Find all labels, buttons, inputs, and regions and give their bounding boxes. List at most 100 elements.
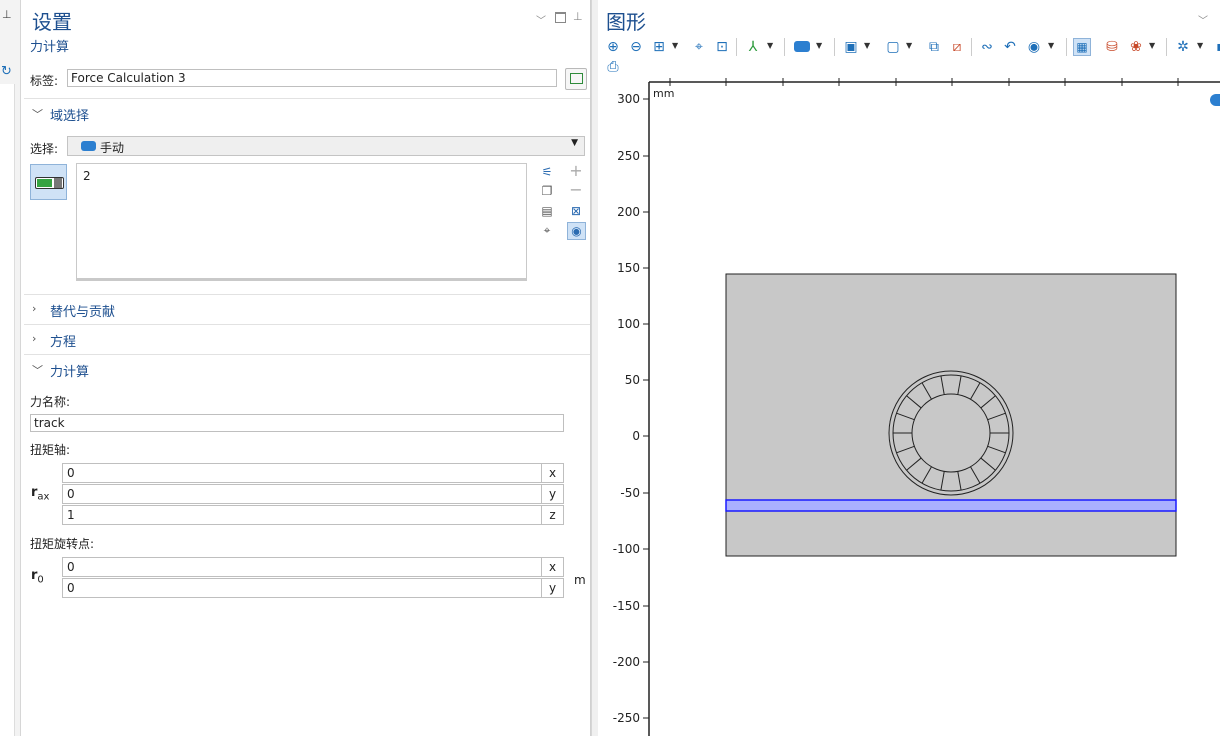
- r0-y-input[interactable]: 0: [62, 578, 542, 598]
- label-caption: 标签:: [30, 74, 59, 88]
- selection-dropdown[interactable]: 手动 ▼: [67, 136, 585, 156]
- r0-x-label: x: [542, 557, 564, 577]
- clear-selection-icon[interactable]: ⧄: [948, 38, 966, 56]
- caret-down-icon[interactable]: ▼: [672, 41, 678, 50]
- refresh-icon[interactable]: ↻: [1, 64, 12, 79]
- section-force-calculation[interactable]: ﹀ 力计算: [24, 354, 590, 384]
- label-input[interactable]: Force Calculation 3: [67, 69, 557, 87]
- copy-icon[interactable]: ❐: [539, 183, 555, 199]
- remove-icon[interactable]: −: [568, 182, 584, 198]
- caret-down-icon[interactable]: ▼: [1048, 41, 1054, 50]
- settings-title: 设置: [32, 10, 72, 34]
- y-tick-label: -250: [612, 711, 640, 725]
- axis-orientation-icon[interactable]: ⅄: [744, 38, 762, 56]
- select-entities-icon[interactable]: ⚟: [539, 164, 555, 180]
- r-ax-y-row: 0 y: [62, 484, 564, 504]
- force-name-input[interactable]: track: [30, 414, 564, 432]
- graphics-title: 图形: [606, 10, 646, 34]
- toggle-switch-icon: [35, 177, 64, 189]
- r0-unit: m: [574, 573, 586, 587]
- caret-down-icon[interactable]: ▼: [1197, 41, 1203, 50]
- print-icon[interactable]: ⎙: [604, 58, 622, 76]
- reset-hiding-icon[interactable]: ↶: [1001, 38, 1019, 56]
- y-tick-label: 200: [617, 205, 640, 219]
- hide-entities-icon[interactable]: ∾: [978, 38, 996, 56]
- view-visibility-icon[interactable]: ◉: [1025, 38, 1043, 56]
- torque-point-caption: 扭矩旋转点:: [30, 537, 95, 551]
- zoom-extents-icon[interactable]: ⊡: [713, 38, 731, 56]
- r0-y-row: 0 y: [62, 578, 564, 598]
- r0-x-row: 0 x: [62, 557, 564, 577]
- scene-light-icon[interactable]: ⛁: [1103, 38, 1121, 56]
- r-ax-symbol: rax: [31, 485, 50, 503]
- select-domains-icon[interactable]: [794, 41, 810, 52]
- force-name-caption: 力名称:: [30, 395, 71, 409]
- zoom-box-icon[interactable]: ⊞: [650, 38, 668, 56]
- selection-list[interactable]: 2: [76, 163, 527, 281]
- r-ax-z-row: 1 z: [62, 505, 564, 525]
- selection-caption: 选择:: [30, 142, 59, 156]
- y-tick-label: 100: [617, 317, 640, 331]
- chevron-down-icon[interactable]: ﹀: [536, 12, 546, 27]
- label-edit-button[interactable]: [565, 68, 587, 90]
- grid-toggle-icon[interactable]: ▦: [1073, 38, 1091, 56]
- r-ax-y-label: y: [542, 484, 564, 504]
- y-tick-label: 250: [617, 149, 640, 163]
- section-title: 域选择: [50, 109, 90, 124]
- chevron-down-icon: ﹀: [32, 108, 43, 121]
- caret-down-icon[interactable]: ▼: [864, 41, 870, 50]
- view-control-icon[interactable]: [1210, 94, 1220, 106]
- caret-down-icon[interactable]: ▼: [816, 41, 822, 50]
- section-title: 力计算: [50, 365, 90, 380]
- y-tick-label: 50: [624, 373, 640, 387]
- y-tick-label: -100: [612, 542, 640, 556]
- caret-down-icon[interactable]: ▼: [767, 41, 773, 50]
- chevron-down-icon[interactable]: ﹀: [1198, 12, 1208, 27]
- y-tick-label: 0: [632, 429, 640, 443]
- section-domain-selection[interactable]: ﹀ 域选择: [24, 98, 590, 128]
- deselect-box-icon[interactable]: ▢: [884, 38, 902, 56]
- pin-icon[interactable]: ⊥: [2, 8, 12, 21]
- add-icon[interactable]: +: [568, 163, 584, 179]
- zoom-out-icon[interactable]: ⊖: [627, 38, 645, 56]
- graphics-panel: 图形 ﹀ ⊕ ⊖ ⊞ ▼ ⌖ ⊡ ⅄ ▼ ▼ ▣ ▼ ▢ ▼ ⧉ ⧄ ∾ ↶ ◉…: [598, 0, 1220, 736]
- chevron-right-icon: ›: [32, 332, 37, 345]
- select-box-icon[interactable]: ▣: [842, 38, 860, 56]
- paste-icon[interactable]: ▤: [539, 203, 555, 219]
- r-ax-y-input[interactable]: 0: [62, 484, 542, 504]
- y-tick-label: -50: [620, 486, 640, 500]
- caret-down-icon[interactable]: ▼: [906, 41, 912, 50]
- zoom-selected-icon[interactable]: ⌖: [690, 38, 708, 56]
- unit-label: mm: [653, 87, 675, 100]
- caret-down-icon[interactable]: ▼: [1149, 41, 1155, 50]
- zoom-to-selection-icon[interactable]: ⌖: [539, 222, 555, 238]
- list-item[interactable]: 2: [83, 169, 91, 183]
- clear-selection-icon[interactable]: ⊠: [568, 203, 584, 219]
- camera-icon[interactable]: ✲: [1174, 38, 1192, 56]
- pin-icon[interactable]: ⊥: [573, 10, 583, 23]
- geometry-plot[interactable]: [598, 78, 1220, 736]
- maximize-icon[interactable]: [555, 12, 566, 23]
- chevron-right-icon: ›: [32, 302, 37, 315]
- y-tick-label: 300: [617, 92, 640, 106]
- selection-value: 手动: [100, 141, 125, 155]
- left-panel-strip: ⊥ ↻: [0, 0, 21, 736]
- select-all-icon[interactable]: ⧉: [925, 38, 943, 56]
- y-tick-label: 150: [617, 261, 640, 275]
- section-override-contribution[interactable]: › 替代与贡献: [24, 294, 590, 324]
- r-ax-z-input[interactable]: 1: [62, 505, 542, 525]
- settings-panel: 设置 力计算 ﹀ ⊥ 标签: Force Calculation 3 ﹀ 域选择…: [24, 0, 591, 736]
- graphics-canvas[interactable]: mm 300 250 200 150 100 50 0 -50 -100 -15…: [598, 78, 1220, 736]
- torque-axis-caption: 扭矩轴:: [30, 443, 71, 457]
- r0-x-input[interactable]: 0: [62, 557, 542, 577]
- section-equation[interactable]: › 方程: [24, 324, 590, 354]
- activate-selection-toggle[interactable]: [30, 164, 67, 200]
- show-selection-icon[interactable]: ◉: [567, 222, 586, 240]
- render-icon[interactable]: ❀: [1127, 38, 1145, 56]
- zoom-in-icon[interactable]: ⊕: [604, 38, 622, 56]
- image-snapshot-icon[interactable]: ▪: [1212, 38, 1220, 56]
- r-ax-x-input[interactable]: 0: [62, 463, 542, 483]
- domain-icon: [81, 141, 96, 151]
- r-ax-x-row: 0 x: [62, 463, 564, 483]
- note-icon: [570, 73, 583, 84]
